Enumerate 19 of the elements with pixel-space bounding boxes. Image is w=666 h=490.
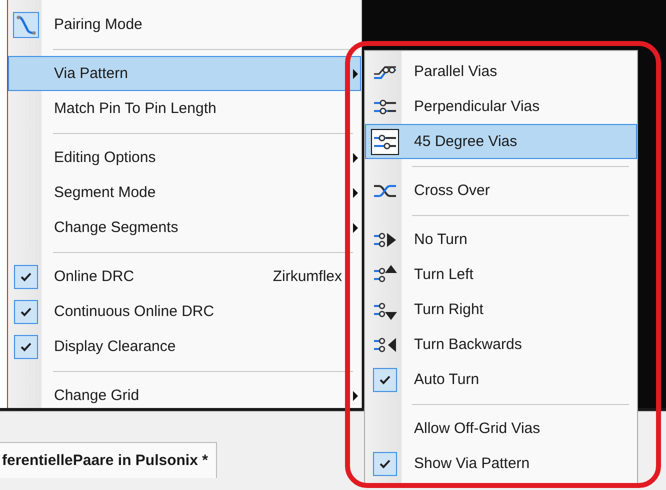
shortcut-label: Zirkumflex xyxy=(272,268,342,285)
menu-item[interactable]: Perpendicular Vias xyxy=(365,89,637,124)
menu-item[interactable]: Via Pattern xyxy=(8,56,361,91)
menu-item[interactable]: Display Clearance xyxy=(8,329,361,364)
menu-item[interactable]: Parallel Vias xyxy=(365,54,637,89)
document-tab[interactable]: ferentiellePaare in Pulsonix * xyxy=(0,442,217,478)
menu-item[interactable]: Match Pin To Pin Length xyxy=(8,91,361,126)
menu-item[interactable]: Allow Off-Grid Vias xyxy=(365,411,637,446)
menu-item[interactable]: Turn Backwards xyxy=(365,327,637,362)
menu-item[interactable]: Continuous Online DRC xyxy=(8,294,361,329)
menu-item[interactable]: Turn Right xyxy=(365,292,637,327)
menu-item[interactable]: Auto Turn xyxy=(365,362,637,397)
menu-item[interactable]: Online DRC Zirkumflex xyxy=(8,259,361,294)
menu-item[interactable]: Show Via Pattern xyxy=(365,446,637,481)
menu-item[interactable]: No Turn xyxy=(365,222,637,257)
menu-item[interactable]: Cross Over xyxy=(365,173,637,208)
menu-item[interactable]: Turn Left xyxy=(365,257,637,292)
menu-item[interactable]: Pairing Mode xyxy=(8,7,361,42)
menu-item[interactable]: 45 Degree Vias xyxy=(365,124,637,159)
